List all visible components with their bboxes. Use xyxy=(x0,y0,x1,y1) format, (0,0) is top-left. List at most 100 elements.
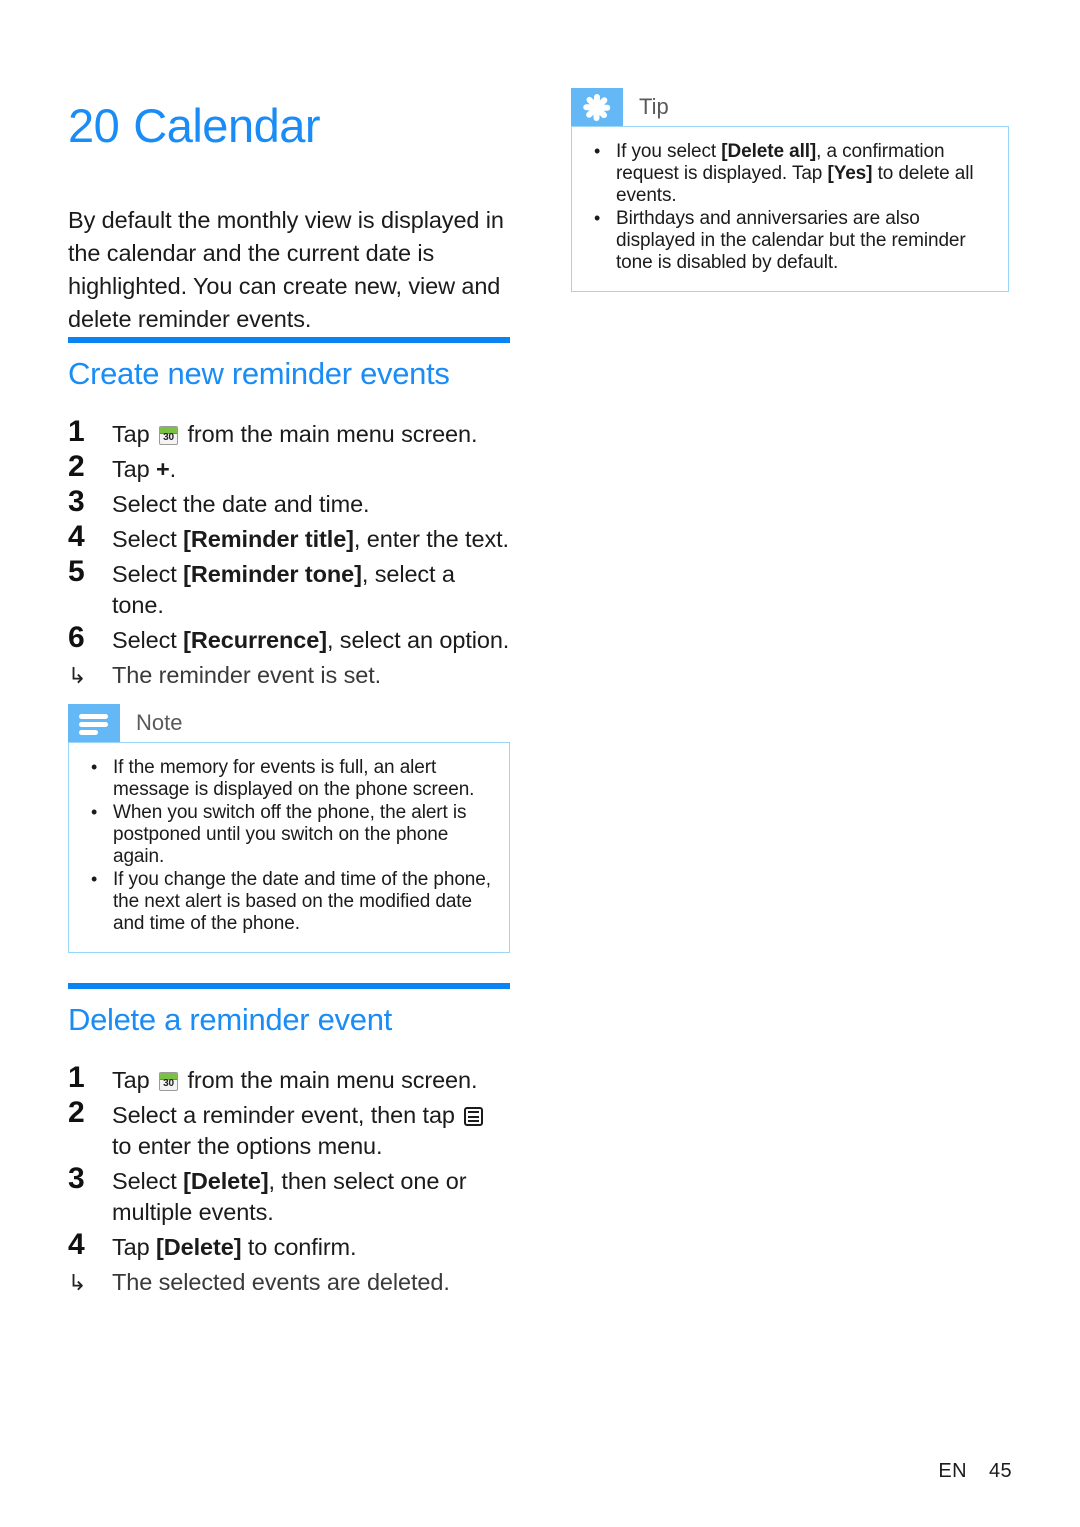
step-number: 2 xyxy=(68,450,85,484)
tip-callout-header: Tip xyxy=(571,88,1009,126)
chapter-number: 20 xyxy=(68,99,120,153)
body-text: Select xyxy=(112,627,184,654)
section-heading: Create new reminder events xyxy=(68,356,450,391)
step-number: 4 xyxy=(68,520,85,554)
emphasis-text: [Delete all] xyxy=(721,141,817,162)
numbered-step: 4 Select [Reminder title], enter the text… xyxy=(68,520,510,555)
body-text: Select the date and time. xyxy=(112,491,370,518)
callout-list-item: • If you select [Delete all], a confirmat… xyxy=(588,141,992,207)
page-title: 20 Calendar xyxy=(68,99,321,153)
body-text: Select xyxy=(112,1168,184,1195)
section-heading: Delete a reminder event xyxy=(68,1002,392,1037)
step-number: 3 xyxy=(68,1162,85,1196)
note-list: • If the memory for events is full, an al… xyxy=(85,757,493,935)
options-menu-icon xyxy=(464,1107,484,1127)
numbered-step: 2 Select a reminder event, then tap to en… xyxy=(68,1096,510,1162)
bullet-icon: • xyxy=(594,141,601,161)
result-arrow-icon: ↳ xyxy=(68,1270,87,1296)
calendar-icon-day: 30 xyxy=(163,432,174,444)
numbered-step: 4 Tap [Delete] to confirm. xyxy=(68,1228,510,1263)
body-text: Tap xyxy=(112,1234,157,1261)
body-text: from the main menu screen. xyxy=(181,1067,478,1094)
step-result: ↳ The selected events are deleted. xyxy=(68,1267,510,1298)
numbered-step: 3 Select [Delete], then select one or mul… xyxy=(68,1162,510,1228)
numbered-step: 3 Select the date and time. xyxy=(68,485,510,520)
result-arrow-icon: ↳ xyxy=(68,663,87,689)
bullet-icon: • xyxy=(91,757,98,777)
body-text: to enter the options menu. xyxy=(112,1133,383,1160)
intro-paragraph: By default the monthly view is displayed… xyxy=(68,206,504,332)
tip-callout: Tip • If you select [Delete all], a confi… xyxy=(571,88,1009,292)
step-number: 1 xyxy=(68,1061,85,1095)
numbered-step: 1 Tap 30 from the main menu screen. xyxy=(68,1061,510,1096)
note-callout-header: Note xyxy=(68,704,510,742)
asterisk-icon-glyph xyxy=(582,92,612,122)
note-lines-icon xyxy=(68,704,120,742)
tip-callout-body: • If you select [Delete all], a confirmat… xyxy=(571,126,1009,292)
footer-language: EN xyxy=(938,1460,967,1482)
body-text: When you switch off the phone, the alert… xyxy=(113,802,467,867)
body-text: Tap xyxy=(112,456,157,483)
bullet-icon: • xyxy=(594,208,601,228)
chapter-title-text: Calendar xyxy=(133,99,321,153)
body-text: Tap xyxy=(112,1067,157,1094)
asterisk-icon xyxy=(571,88,623,126)
calendar-icon-day: 30 xyxy=(163,1078,174,1090)
step-number: 1 xyxy=(68,415,85,449)
section-delete-a-reminder-event: Delete a reminder event 1 Tap 30 from the… xyxy=(68,983,510,1298)
numbered-step: 5 Select [Reminder tone], select a tone. xyxy=(68,555,510,621)
body-text: Select xyxy=(112,561,184,588)
step-number: 6 xyxy=(68,621,85,655)
emphasis-text: [Yes] xyxy=(827,163,873,184)
page-footer: EN 45 xyxy=(938,1460,1012,1483)
section-rule xyxy=(68,983,510,989)
note-callout-body: • If the memory for events is full, an al… xyxy=(68,742,510,953)
step-number: 2 xyxy=(68,1096,85,1130)
emphasis-text: [Reminder tone] xyxy=(183,561,362,588)
calendar-30-icon: 30 xyxy=(159,426,179,446)
section-create-new-reminder-events: Create new reminder events 1 Tap 30 from … xyxy=(68,337,510,691)
step-number: 4 xyxy=(68,1228,85,1262)
body-text: , select an option. xyxy=(326,627,510,654)
callout-list-item: • Birthdays and anniversaries are also di… xyxy=(588,208,992,274)
body-text: If you change the date and time of the p… xyxy=(113,869,491,934)
callout-list-item: • When you switch off the phone, the aler… xyxy=(85,802,493,868)
numbered-step: 6 Select [Recurrence], select an option. xyxy=(68,621,510,656)
body-text: If the memory for events is full, an ale… xyxy=(113,757,475,800)
body-text: Birthdays and anniversaries are also dis… xyxy=(616,208,966,273)
emphasis-text: + xyxy=(156,456,170,483)
step-number: 5 xyxy=(68,555,85,589)
body-text: If you select xyxy=(616,141,722,162)
body-text: Tap xyxy=(112,421,157,448)
delete-steps-list: 1 Tap 30 from the main menu screen. 2 Selec… xyxy=(68,1061,510,1298)
create-steps-list: 1 Tap 30 from the main menu screen. 2 Tap +… xyxy=(68,415,510,691)
bullet-icon: • xyxy=(91,802,98,822)
section-rule xyxy=(68,337,510,343)
tip-list: • If you select [Delete all], a confirmat… xyxy=(588,141,992,274)
step-number: 3 xyxy=(68,485,85,519)
body-text: from the main menu screen. xyxy=(181,421,478,448)
emphasis-text: [Recurrence] xyxy=(183,627,327,654)
footer-page-number: 45 xyxy=(988,1460,1012,1482)
body-text: to confirm. xyxy=(241,1234,357,1261)
emphasis-text: [Delete] xyxy=(156,1234,242,1261)
body-text: , enter the text. xyxy=(353,526,509,553)
manual-page: 20 Calendar By default the monthly view i… xyxy=(0,0,1080,1527)
numbered-step: 1 Tap 30 from the main menu screen. xyxy=(68,415,510,450)
tip-callout-label: Tip xyxy=(639,94,669,119)
emphasis-text: [Reminder title] xyxy=(183,526,354,553)
calendar-30-icon: 30 xyxy=(159,1072,179,1092)
note-callout-label: Note xyxy=(136,710,183,735)
step-result: ↳ The reminder event is set. xyxy=(68,660,510,691)
numbered-step: 2 Tap +. xyxy=(68,450,510,485)
step-result-text: The reminder event is set. xyxy=(112,662,382,689)
body-text: . xyxy=(169,456,177,483)
note-callout: Note • If the memory for events is full, … xyxy=(68,704,510,953)
callout-list-item: • If you change the date and time of the … xyxy=(85,869,493,935)
body-text: Select a reminder event, then tap xyxy=(112,1102,462,1129)
bullet-icon: • xyxy=(91,869,98,889)
body-text: Select xyxy=(112,526,184,553)
emphasis-text: [Delete] xyxy=(183,1168,269,1195)
step-result-text: The selected events are deleted. xyxy=(112,1269,450,1296)
callout-list-item: • If the memory for events is full, an al… xyxy=(85,757,493,801)
